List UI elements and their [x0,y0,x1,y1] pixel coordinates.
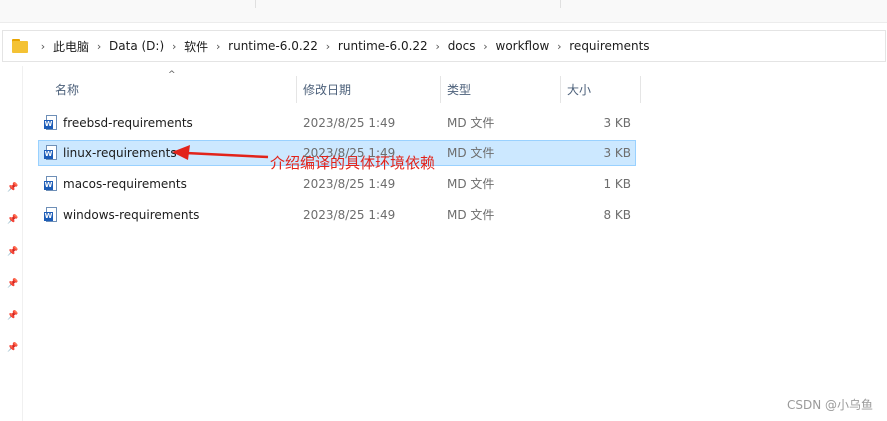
annotation-text: 介绍编译的具体环境依赖 [270,154,436,172]
watermark: CSDN @小乌鱼 [786,398,873,412]
file-explorer-window: › 此电脑 › Data (D:) › 软件 › runtime-6.0.22 › runtime… [0,0,887,421]
annotation-arrow [172,145,269,160]
